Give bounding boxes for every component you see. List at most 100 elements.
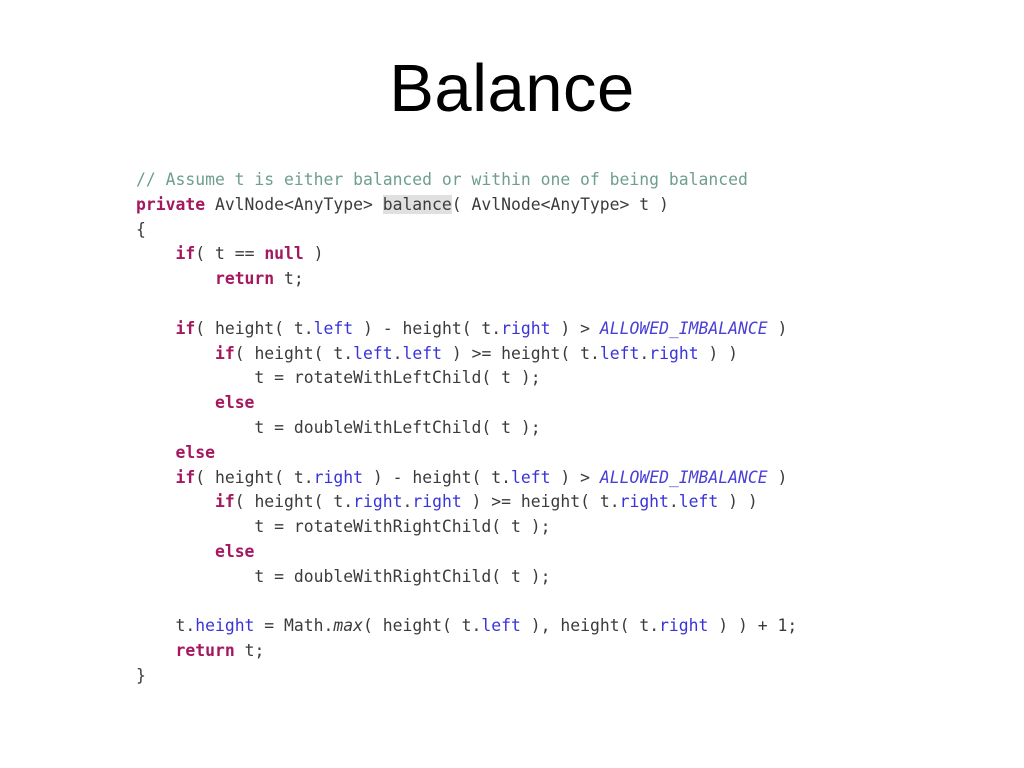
code-line: return t; [136, 267, 797, 292]
page-title: Balance [389, 51, 635, 126]
code-token-plain: ) >= height( t. [461, 492, 620, 512]
code-token-plain: ( height( t. [234, 343, 354, 363]
code-token-const: ALLOWED_IMBALANCE [599, 318, 768, 338]
code-token-plain: t; [234, 641, 265, 661]
code-token-plain: t; [274, 269, 304, 289]
code-token-plain: t = rotateWithLeftChild( t ); [136, 368, 541, 388]
code-token-plain: ) [767, 318, 788, 338]
code-token-plain: ) [767, 467, 788, 487]
code-token-plain: = Math. [254, 616, 334, 636]
code-token-plain: t = rotateWithRightChild( t ); [136, 517, 551, 537]
code-token-prop: right [501, 318, 551, 338]
code-token-plain: ( height( t. [195, 318, 314, 338]
code-line: t = rotateWithLeftChild( t ); [136, 366, 797, 391]
code-line: } [136, 664, 797, 689]
code-token-prop: left [511, 467, 551, 487]
code-token-plain: } [136, 665, 146, 685]
code-token-plain: AvlNode<AnyType> [205, 194, 383, 214]
code-line: private AvlNode<AnyType> balance( AvlNod… [136, 193, 797, 218]
code-token-plain: ( AvlNode<AnyType> t ) [451, 194, 669, 214]
code-line: if( height( t.left ) - height( t.right )… [136, 317, 797, 342]
code-block: // Assume t is either balanced or within… [136, 168, 797, 689]
code-token-plain: . [668, 492, 679, 512]
code-token-plain: ( height( t. [195, 467, 314, 487]
code-token-prop: left [481, 616, 521, 636]
code-token-hl: balance [382, 194, 452, 214]
code-token-keyword: if [175, 318, 196, 338]
code-token-keyword: return [214, 269, 275, 289]
code-token-plain: ) - height( t. [353, 318, 502, 338]
code-token-prop: right [649, 343, 699, 363]
code-token-keyword: return [175, 641, 235, 661]
code-line: else [136, 441, 797, 466]
code-token-keyword: if [214, 343, 235, 363]
code-token-keyword: if [214, 492, 235, 512]
code-token-keyword: if [175, 244, 196, 264]
code-token-prop: left [599, 343, 640, 363]
code-line: { [136, 218, 797, 243]
code-token-plain: ) - height( t. [363, 467, 512, 487]
code-token-keyword: null [264, 244, 304, 264]
code-line: return t; [136, 639, 797, 664]
code-token-plain: ), height( t. [520, 616, 660, 636]
code-token-prop: height [195, 616, 255, 636]
code-token-plain: ( height( t. [234, 492, 354, 512]
code-line: t = doubleWithLeftChild( t ); [136, 416, 797, 441]
code-token-plain: . [639, 343, 650, 363]
code-token-keyword: private [136, 194, 206, 214]
code-token-plain: ( height( t. [363, 616, 482, 636]
code-token-keyword: else [214, 393, 255, 413]
code-token-plain: ) >= height( t. [441, 343, 600, 363]
code-token-plain: ) > [550, 318, 600, 338]
code-token-keyword: if [175, 467, 196, 487]
code-token-plain: ) ) [698, 343, 739, 363]
code-token-prop: right [619, 492, 669, 512]
code-token-plain: { [136, 219, 146, 239]
code-token-plain: ) ) + 1; [708, 616, 798, 636]
code-token-plain: ) [303, 244, 324, 264]
code-token-plain: . [392, 343, 403, 363]
code-token-plain: t = doubleWithLeftChild( t ); [136, 417, 541, 437]
code-token-prop: left [353, 343, 393, 363]
code-token-plain: ) ) [718, 492, 758, 512]
code-token-keyword: else [175, 442, 215, 462]
code-token-comment: // Assume t is either balanced or within… [136, 170, 748, 189]
code-token-keyword: else [214, 541, 255, 561]
code-line: t = doubleWithRightChild( t ); [136, 565, 797, 590]
code-token-prop: right [412, 492, 462, 512]
code-token-plain: ) > [550, 467, 600, 487]
code-line: t = rotateWithRightChild( t ); [136, 515, 797, 540]
code-token-prop: right [313, 467, 363, 487]
code-token-ital: max [333, 616, 363, 636]
code-line: if( height( t.left.left ) >= height( t.l… [136, 342, 797, 367]
code-line: else [136, 391, 797, 416]
code-token-prop: right [353, 492, 403, 512]
code-token-prop: right [659, 616, 709, 636]
code-line: if( height( t.right ) - height( t.left )… [136, 466, 797, 491]
code-token-const: ALLOWED_IMBALANCE [599, 467, 768, 487]
code-line: if( t == null ) [136, 242, 797, 267]
code-line: t.height = Math.max( height( t.left ), h… [136, 614, 797, 639]
code-line: // Assume t is either balanced or within… [136, 168, 797, 193]
code-line: else [136, 540, 797, 565]
code-token-plain: t. [136, 616, 196, 636]
code-token-prop: left [402, 343, 442, 363]
code-token-plain: t = doubleWithRightChild( t ); [136, 566, 551, 586]
code-token-prop: left [678, 492, 719, 512]
code-token-plain: ( t == [195, 244, 265, 264]
code-token-prop: left [313, 318, 354, 338]
code-line: if( height( t.right.right ) >= height( t… [136, 490, 797, 515]
code-token-plain: . [402, 492, 413, 512]
